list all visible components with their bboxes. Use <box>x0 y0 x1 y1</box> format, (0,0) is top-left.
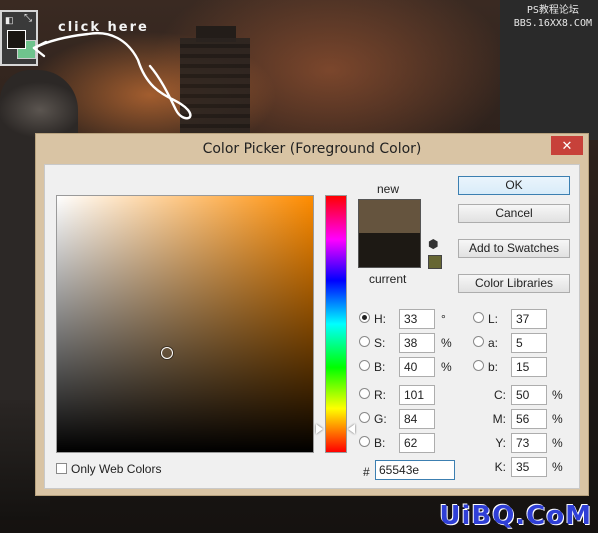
lab-l-row: L: 37 <box>473 309 573 329</box>
yellow-label: Y: <box>495 436 506 450</box>
brightness-unit: % <box>441 360 452 374</box>
saturation-field[interactable]: 38 <box>399 333 435 353</box>
hex-field[interactable]: 65543e <box>375 460 455 480</box>
brightness-radio[interactable] <box>359 360 370 371</box>
current-color-label: current <box>369 272 407 286</box>
hand-drawn-arrow-icon <box>32 31 192 120</box>
color-field-cursor[interactable] <box>161 347 173 359</box>
watermark-line-1: PS教程论坛 <box>526 5 579 16</box>
lab-a-radio[interactable] <box>473 336 484 347</box>
brightness-field[interactable]: 40 <box>399 357 435 377</box>
yellow-row: Y: 73 % <box>491 433 577 453</box>
cyan-row: C: 50 % <box>491 385 577 405</box>
lab-a-field[interactable]: 5 <box>511 333 547 353</box>
saturation-row: S: 38 % <box>359 333 459 353</box>
black-label: K: <box>494 460 506 474</box>
add-to-swatches-button[interactable]: Add to Swatches <box>458 239 570 258</box>
saturation-unit: % <box>441 336 452 350</box>
ok-button[interactable]: OK <box>458 176 570 195</box>
lab-a-row: a: 5 <box>473 333 573 353</box>
new-color-swatch <box>358 199 421 234</box>
black-unit: % <box>552 460 563 474</box>
black-field[interactable]: 35 <box>511 457 547 477</box>
red-radio[interactable] <box>359 388 370 399</box>
foreground-color-chip[interactable] <box>7 30 26 49</box>
lab-b-label: b: <box>488 360 499 374</box>
saturation-radio[interactable] <box>359 336 370 347</box>
red-field[interactable]: 101 <box>399 385 435 405</box>
brightness-label: B: <box>374 360 386 374</box>
blue-field[interactable]: 62 <box>399 433 435 453</box>
black-row: K: 35 % <box>491 457 577 477</box>
magenta-field[interactable]: 56 <box>511 409 547 429</box>
lab-b-field[interactable]: 15 <box>511 357 547 377</box>
cyan-label: C: <box>494 388 506 402</box>
magenta-row: M: 56 % <box>491 409 577 429</box>
green-row: G: 84 <box>359 409 459 429</box>
lab-l-radio[interactable] <box>473 312 484 323</box>
cyan-field[interactable]: 50 <box>511 385 547 405</box>
saturation-brightness-field[interactable] <box>56 195 314 453</box>
web-safe-swatch[interactable] <box>428 255 442 269</box>
dialog-body: new current ⬢ OK Cancel Add to Swatches … <box>44 164 580 489</box>
blue-label: B: <box>374 436 386 450</box>
hue-slider-right-arrow-icon[interactable] <box>348 424 355 434</box>
lab-l-label: L: <box>488 312 499 326</box>
current-color-swatch[interactable] <box>358 233 421 268</box>
only-web-colors-label: Only Web Colors <box>71 462 162 476</box>
hue-slider-left-arrow-icon[interactable] <box>316 424 323 434</box>
saturation-label: S: <box>374 336 386 350</box>
brightness-row: B: 40 % <box>359 357 459 377</box>
hue-radio[interactable] <box>359 312 370 323</box>
watermark-line-2: BBS.16XX8.COM <box>513 18 592 29</box>
new-color-label: new <box>377 182 400 196</box>
lab-b-row: b: 15 <box>473 357 573 377</box>
lab-l-field[interactable]: 37 <box>511 309 547 329</box>
cancel-button[interactable]: Cancel <box>458 204 570 223</box>
hue-row: H: 33 ° <box>359 309 459 329</box>
blue-radio[interactable] <box>359 436 370 447</box>
color-picker-dialog: Color Picker (Foreground Color) ✕ new cu… <box>35 133 589 496</box>
color-libraries-button[interactable]: Color Libraries <box>458 274 570 293</box>
hue-slider[interactable] <box>325 195 347 453</box>
only-web-colors-checkbox[interactable] <box>56 463 67 474</box>
yellow-unit: % <box>552 436 563 450</box>
dialog-title-bar[interactable]: Color Picker (Foreground Color) ✕ <box>36 134 588 164</box>
site-watermark: UiBQ.CoM <box>439 501 592 531</box>
lab-b-radio[interactable] <box>473 360 484 371</box>
dialog-title: Color Picker (Foreground Color) <box>202 141 422 157</box>
hue-label: H: <box>374 312 386 326</box>
blue-row: B: 62 <box>359 433 459 453</box>
green-label: G: <box>374 412 387 426</box>
yellow-field[interactable]: 73 <box>511 433 547 453</box>
lab-a-label: a: <box>488 336 499 350</box>
hue-unit: ° <box>441 312 446 326</box>
green-field[interactable]: 84 <box>399 409 435 429</box>
red-row: R: 101 <box>359 385 459 405</box>
forum-watermark: PS教程论坛 BBS.16XX8.COM <box>514 4 592 30</box>
hex-label: # <box>363 465 370 479</box>
hue-field[interactable]: 33 <box>399 309 435 329</box>
cube-icon[interactable]: ⬢ <box>428 237 442 251</box>
green-radio[interactable] <box>359 412 370 423</box>
cyan-unit: % <box>552 388 563 402</box>
red-label: R: <box>374 388 386 402</box>
close-button[interactable]: ✕ <box>551 136 583 155</box>
magenta-label: M: <box>492 412 506 426</box>
magenta-unit: % <box>552 412 563 426</box>
